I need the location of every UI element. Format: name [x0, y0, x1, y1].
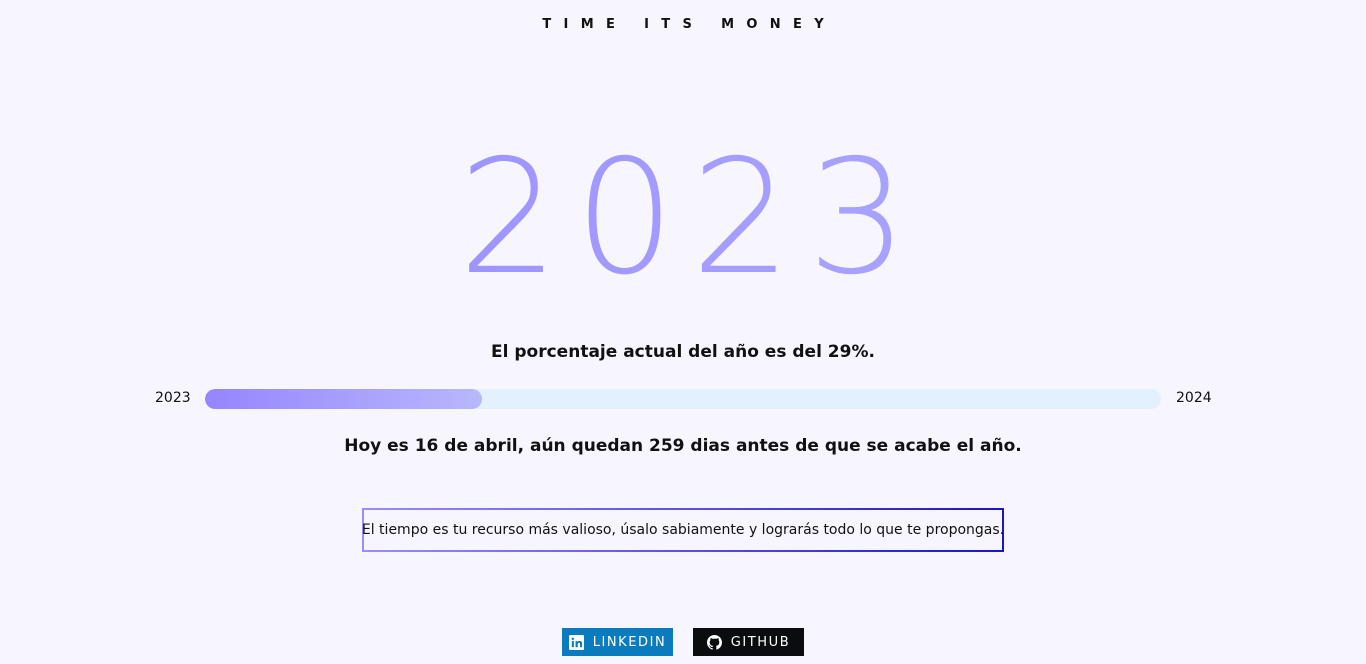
brand-title: TIME ITS MONEY — [542, 17, 837, 32]
current-year: 2023 — [0, 128, 1366, 308]
linkedin-label: LINKEDIN — [592, 634, 667, 650]
linkedin-icon — [568, 634, 584, 650]
page: TIME ITS MONEY 2023 El porcentaje actual… — [0, 0, 1366, 664]
progress-end-label: 2024 — [1176, 390, 1212, 406]
progress-fill — [205, 389, 483, 409]
progress-track — [205, 389, 1161, 409]
progress-start-label: 2023 — [155, 390, 191, 406]
year-progress: 2023 2024 — [0, 389, 1366, 409]
github-icon — [706, 634, 722, 650]
year-percentage-text: El porcentaje actual del año es del 29%. — [491, 342, 875, 362]
linkedin-button[interactable]: LINKEDIN — [562, 628, 673, 656]
quote-text: El tiempo es tu recurso más valioso, úsa… — [361, 522, 1005, 538]
quote-box: El tiempo es tu recurso más valioso, úsa… — [362, 508, 1004, 552]
github-label: GITHUB — [730, 634, 791, 650]
github-button[interactable]: GITHUB — [693, 628, 804, 656]
days-remaining-text: Hoy es 16 de abril, aún quedan 259 dias … — [344, 436, 1022, 456]
